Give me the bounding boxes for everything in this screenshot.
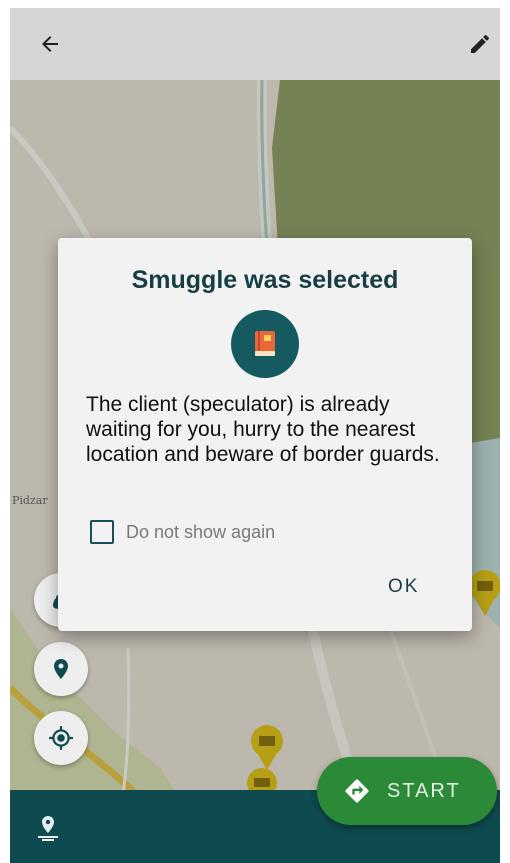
arrow-left-icon: [42, 36, 58, 52]
do-not-show-again-checkbox[interactable]: [90, 520, 114, 544]
book-icon: [255, 331, 275, 356]
dialog-message: The client (speculator) is already waiti…: [86, 393, 440, 467]
back-button[interactable]: [28, 22, 72, 66]
my-location-icon: [49, 726, 73, 750]
top-app-bar: [10, 8, 500, 80]
place-marker-button[interactable]: [32, 812, 64, 844]
app-screen: Pidzar START Smuggle was selected The cl…: [10, 8, 500, 863]
map-place-label: Pidzar: [12, 494, 48, 507]
do-not-show-again-label: Do not show again: [126, 521, 276, 542]
pencil-icon: [471, 34, 489, 53]
my-location-button[interactable]: [34, 711, 88, 765]
do-not-show-again-row[interactable]: Do not show again: [90, 520, 275, 544]
location-pin-button[interactable]: [34, 642, 88, 696]
ok-button[interactable]: OK: [388, 576, 419, 598]
directions-icon: [345, 779, 369, 803]
dialog-title: Smuggle was selected: [131, 266, 399, 294]
start-button-label: START: [387, 779, 461, 802]
edit-button[interactable]: [458, 22, 500, 66]
start-button[interactable]: START: [317, 757, 497, 825]
place-marker-icon: [38, 816, 58, 841]
location-pin-icon: [54, 659, 68, 679]
dialog-badge: [231, 310, 299, 378]
smuggle-dialog: Smuggle was selected The client (specula…: [58, 238, 472, 631]
